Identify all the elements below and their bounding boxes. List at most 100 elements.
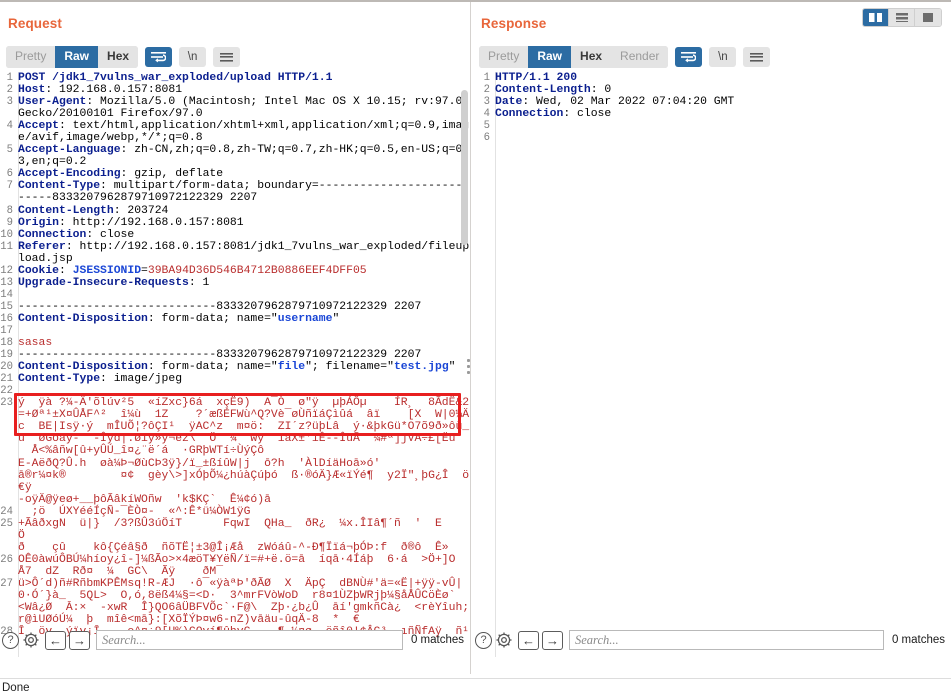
- code-line: 17: [0, 325, 470, 337]
- code-token: : http://192.168.0.157:8081: [59, 216, 244, 229]
- request-search-input[interactable]: Search...: [96, 630, 403, 650]
- code-token: Accept-Language: [18, 144, 121, 157]
- code-line-text: Connection: close: [495, 108, 951, 120]
- code-token: username: [277, 312, 333, 325]
- code-line: 3 Date: Wed, 02 Mar 2022 07:04:20 GMT: [471, 96, 951, 108]
- code-token: Connection: [18, 228, 87, 241]
- single-pane-icon[interactable]: [915, 9, 941, 26]
- response-tab-raw[interactable]: Raw: [528, 46, 572, 68]
- request-newline-label: \n: [187, 51, 198, 63]
- code-line-text: Content-Type: multipart/form-data; bound…: [18, 180, 470, 204]
- line-number: 7: [6, 180, 13, 193]
- code-token: ý ÿà ?¼-Ä'õlúv²5 «íZxc}6á xçË9) A¯Ò ø"ÿ …: [18, 397, 470, 506]
- hamburger-menu-icon: [220, 52, 234, 62]
- code-token: : 203724: [113, 204, 169, 217]
- code-token: ": [448, 361, 456, 374]
- response-search-prev-button[interactable]: ←: [518, 630, 539, 650]
- code-line-text: +ÃâðxgN ü|} /3?ßÛ3úÖíT FqwI QHa_ ðR¿ ¼x.…: [18, 518, 470, 554]
- code-line-text: Referer: http://192.168.0.157:8081/jdk1_…: [18, 241, 470, 265]
- code-token: : form-data; name=": [147, 312, 278, 325]
- code-line: 8 Content-Length: 203724: [0, 205, 470, 217]
- response-newline-label: \n: [718, 51, 728, 63]
- line-number: 22: [0, 385, 13, 398]
- response-word-wrap-icon[interactable]: [675, 47, 703, 67]
- request-menu-button[interactable]: [213, 47, 241, 67]
- response-newline-button[interactable]: \n: [709, 47, 737, 67]
- code-token: : Wed, 02 Mar 2022 07:04:20 GMT: [522, 96, 735, 109]
- code-token: 39BA94D36D546B4712B0886EEF4DFF05: [147, 264, 367, 277]
- code-line-text: [495, 120, 951, 132]
- code-token: : 0: [590, 84, 612, 97]
- code-line-text: [18, 385, 470, 397]
- request-code-area[interactable]: 1 POST /jdk1_7vulns_war_exploded/upload H…: [0, 72, 470, 657]
- line-number: 5: [483, 120, 490, 133]
- code-line-text: sasas: [18, 337, 470, 349]
- response-search-bar: ? ← → Search... 0 matches: [475, 629, 949, 651]
- line-number: 27: [0, 577, 13, 590]
- code-line: 1 HTTP/1.1 200: [471, 72, 951, 84]
- response-tab-pretty[interactable]: Pretty: [479, 46, 529, 68]
- request-tab-hex[interactable]: Hex: [98, 46, 139, 68]
- code-token: : form-data; name=": [147, 361, 278, 374]
- response-tab-render[interactable]: Render: [611, 46, 669, 68]
- code-line-text: Upgrade-Insecure-Requests: 1: [18, 277, 470, 289]
- response-search-next-button[interactable]: →: [542, 630, 563, 650]
- layout-view-toggle: [862, 8, 942, 27]
- line-number: 23: [0, 397, 13, 410]
- split-columns-icon[interactable]: [863, 9, 889, 26]
- request-newline-button[interactable]: \n: [179, 47, 207, 67]
- hamburger-menu-icon: [750, 52, 764, 62]
- request-vertical-scrollbar[interactable]: [461, 90, 468, 245]
- code-line-text: -----------------------------83332079628…: [18, 301, 470, 313]
- code-token: Referer: [18, 240, 66, 253]
- code-line-text: POST /jdk1_7vulns_war_exploded/upload HT…: [18, 72, 470, 84]
- response-menu-button[interactable]: [743, 47, 771, 67]
- gear-icon[interactable]: [22, 631, 40, 649]
- line-number: 12: [0, 264, 13, 277]
- request-word-wrap-icon[interactable]: [145, 47, 173, 67]
- code-line: 26 OÊ0àwúÔBÚ¼híoy¿î-]¼ßÃo>×4æöT¥YëÑ/ï=#+ë…: [0, 554, 470, 578]
- question-mark-icon[interactable]: ?: [475, 631, 492, 649]
- gear-icon[interactable]: [495, 631, 513, 649]
- line-number: 4: [6, 120, 13, 133]
- request-search-next-button[interactable]: →: [69, 630, 90, 650]
- code-token: ;ö ÚXYééÍçÑ-¯ÈÒ¤- «^:Ê*ü¼ÒW1ÿG: [18, 505, 251, 518]
- gear-glyph: [496, 632, 512, 648]
- code-line: 1 POST /jdk1_7vulns_war_exploded/upload H…: [0, 72, 470, 84]
- code-token: file: [277, 361, 306, 374]
- line-number: 25: [0, 517, 13, 530]
- request-tab-raw[interactable]: Raw: [55, 46, 99, 68]
- code-line: 14: [0, 289, 470, 301]
- code-line-text: Origin: http://192.168.0.157:8081: [18, 217, 470, 229]
- status-text: Done: [2, 682, 30, 694]
- code-line-text: Accept: text/html,application/xhtml+xml,…: [18, 120, 470, 144]
- code-line: 4 Connection: close: [471, 108, 951, 120]
- code-line-text: Content-Disposition: form-data; name="fi…: [18, 361, 470, 373]
- code-line: 13 Upgrade-Insecure-Requests: 1: [0, 277, 470, 289]
- request-format-toolbar: Pretty Raw Hex \n: [6, 46, 241, 68]
- stacked-rows-icon[interactable]: [889, 9, 915, 26]
- code-token: : close: [563, 108, 612, 121]
- code-token: Content-Disposition: [18, 361, 148, 374]
- line-number: 2: [6, 84, 13, 97]
- response-format-tabs: Pretty Raw Hex Render: [479, 46, 669, 68]
- line-number: 15: [0, 300, 13, 313]
- line-number: 1: [6, 72, 13, 84]
- code-token: Origin: [18, 216, 60, 229]
- code-token: Accept-Encoding: [18, 168, 121, 181]
- question-mark-icon[interactable]: ?: [2, 631, 19, 649]
- response-code-area[interactable]: 1 HTTP/1.1 200 2 Content-Length: 0 3 Date: We…: [471, 72, 951, 657]
- request-search-prev-button[interactable]: ←: [45, 630, 66, 650]
- code-token: ": [332, 312, 340, 325]
- line-number: 3: [483, 96, 490, 109]
- code-line: 21 Content-Type: image/jpeg: [0, 373, 470, 385]
- code-line: 18 sasas: [0, 337, 470, 349]
- code-line: 27 ü>Ô´d)ñ#RñbmKPÊMsq!R-ÆJ ·ô¯«ÿàªÞ'ðÃØ X…: [0, 578, 470, 626]
- request-tab-pretty[interactable]: Pretty: [6, 46, 56, 68]
- response-tab-hex[interactable]: Hex: [571, 46, 612, 68]
- code-line: 10 Connection: close: [0, 229, 470, 241]
- response-search-input[interactable]: Search...: [569, 630, 884, 650]
- code-line: 16 Content-Disposition: form-data; name="…: [0, 313, 470, 325]
- line-number: 16: [0, 312, 13, 325]
- line-number: 11: [0, 240, 13, 253]
